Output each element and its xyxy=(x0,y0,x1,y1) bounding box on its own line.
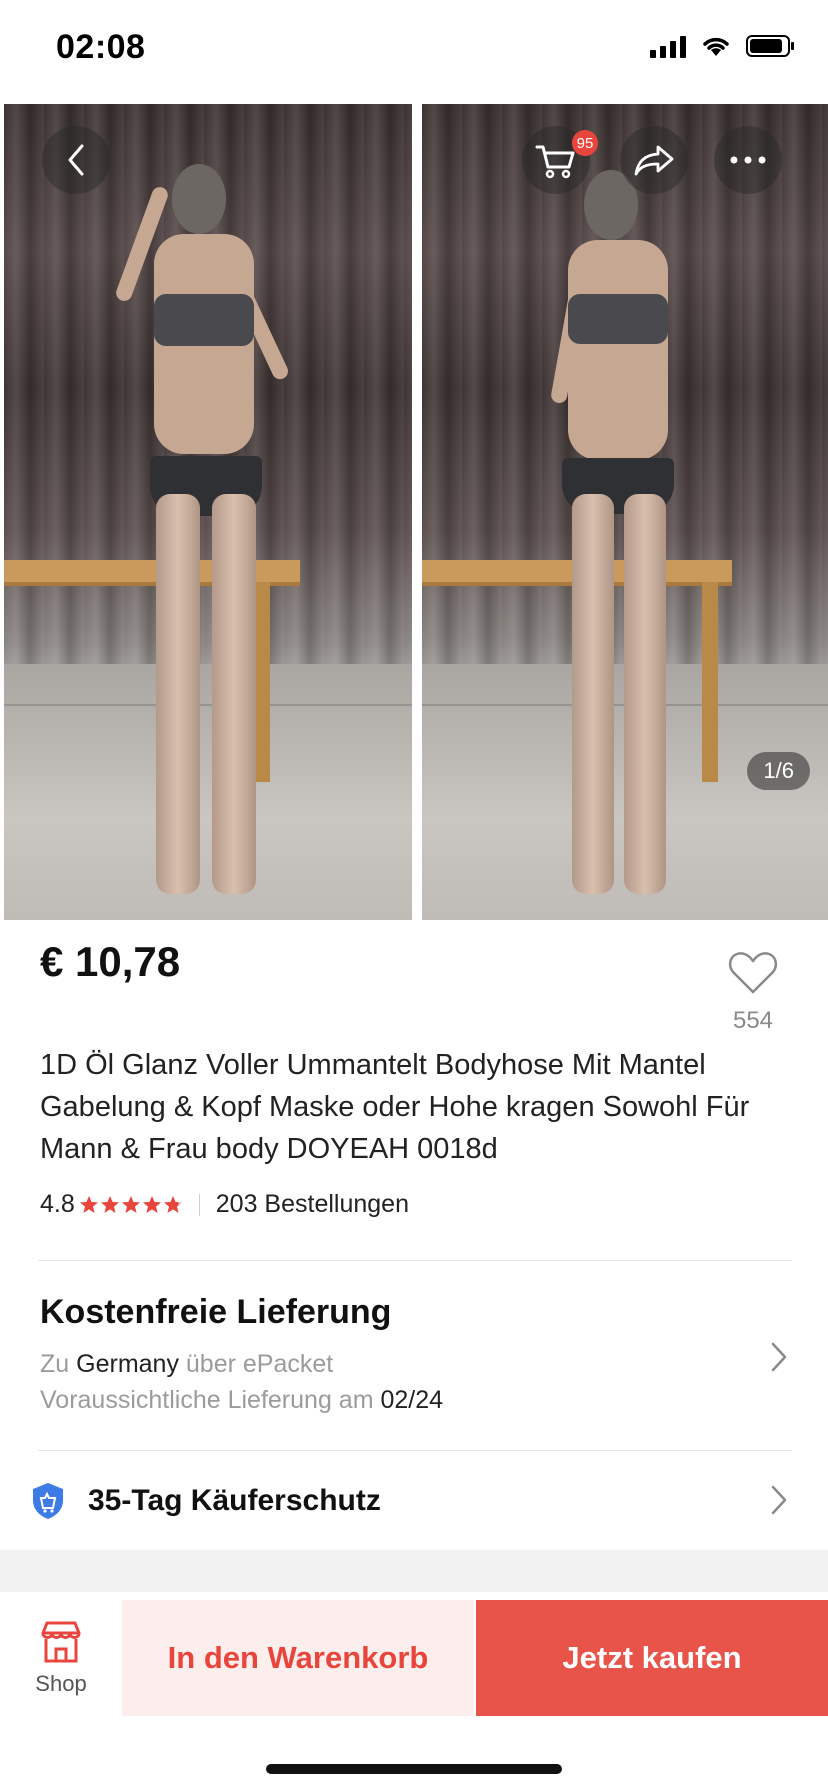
rating-stars xyxy=(79,1195,183,1215)
rating-value: 4.8 xyxy=(40,1190,75,1218)
cart-badge: 95 xyxy=(572,130,598,156)
product-image-1[interactable] xyxy=(4,104,412,920)
signal-icon xyxy=(650,34,686,58)
status-bar: 02:08 xyxy=(0,0,828,100)
share-button[interactable] xyxy=(620,126,688,194)
share-icon xyxy=(634,145,674,176)
bottom-action-bar: Shop In den Warenkorb Jetzt kaufen xyxy=(0,1600,828,1716)
wishlist-count: 554 xyxy=(732,1007,774,1034)
divider xyxy=(38,1450,792,1451)
star-icon xyxy=(121,1195,140,1213)
battery-icon xyxy=(746,35,794,57)
back-icon xyxy=(68,144,84,176)
star-icon xyxy=(79,1195,98,1213)
product-image-gallery[interactable]: 1/6 95 xyxy=(0,100,828,920)
status-icons xyxy=(650,34,796,58)
cart-button[interactable]: 95 xyxy=(522,126,598,194)
star-icon xyxy=(142,1195,161,1213)
heart-icon xyxy=(728,952,778,994)
rating-divider xyxy=(198,1193,200,1216)
chevron-right-icon xyxy=(771,1342,787,1372)
star-half-icon xyxy=(163,1195,182,1213)
add-to-cart-button[interactable]: In den Warenkorb xyxy=(122,1600,474,1716)
more-icon xyxy=(730,156,766,164)
home-indicator[interactable] xyxy=(266,1764,562,1774)
star-icon xyxy=(100,1195,119,1213)
divider xyxy=(38,1260,792,1261)
rating-row[interactable]: 4.8 203 Bestellungen xyxy=(40,1190,409,1219)
section-separator xyxy=(0,1550,828,1592)
image-counter: 1/6 xyxy=(747,752,810,790)
delivery-eta: Voraussichtliche Lieferung am 02/24 xyxy=(40,1386,444,1414)
wishlist-button[interactable]: 554 xyxy=(718,950,788,1035)
delivery-destination: Zu Germany über ePacket xyxy=(40,1350,334,1378)
buy-now-button[interactable]: Jetzt kaufen xyxy=(476,1600,828,1716)
product-title: 1D Öl Glanz Voller Ummantelt Bodyhose Mi… xyxy=(40,1049,750,1165)
cart-icon xyxy=(535,145,575,179)
product-price: € 10,78 xyxy=(40,938,181,985)
delivery-eta-date: 02/24 xyxy=(380,1386,444,1414)
shield-icon xyxy=(33,1483,63,1519)
delivery-country: Germany xyxy=(76,1350,179,1378)
store-icon xyxy=(41,1621,81,1663)
more-button[interactable] xyxy=(714,126,782,194)
buyer-protection-label: 35-Tag Käuferschutz xyxy=(88,1484,381,1517)
product-image-2[interactable]: 1/6 xyxy=(422,104,828,920)
delivery-title: Kostenfreie Lieferung xyxy=(40,1293,392,1331)
orders-count: 203 Bestellungen xyxy=(215,1190,409,1218)
status-time: 02:08 xyxy=(56,28,146,66)
wifi-icon xyxy=(703,37,729,56)
shop-button[interactable]: Shop xyxy=(0,1600,122,1716)
back-button[interactable] xyxy=(42,126,110,194)
buyer-protection-row[interactable]: 35-Tag Käuferschutz xyxy=(30,1481,381,1521)
shop-label: Shop xyxy=(35,1671,87,1696)
chevron-right-icon xyxy=(771,1485,787,1515)
